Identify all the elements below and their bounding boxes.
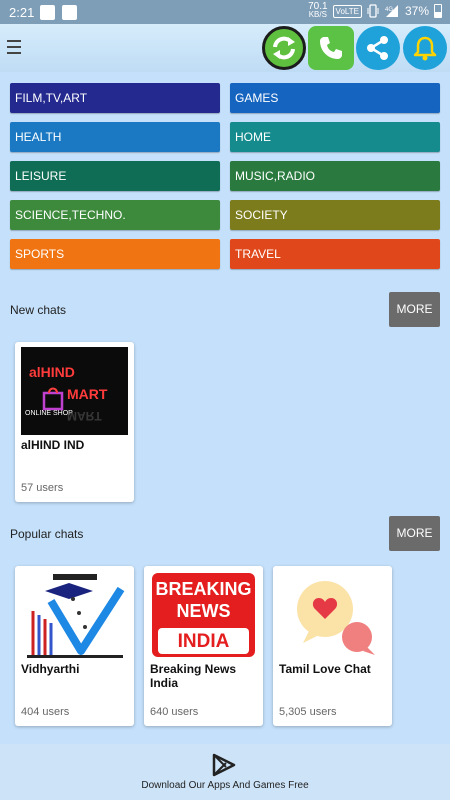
chat-thumbnail (279, 571, 386, 659)
reflection: MART (67, 409, 102, 423)
thumb-subtitle: MART (67, 386, 108, 402)
chat-thumbnail: alHIND MART ONLINE SHOP MART (21, 347, 128, 435)
hamburger-icon[interactable] (7, 40, 21, 54)
battery-icon (434, 4, 442, 18)
popular-chats-title: Popular chats (10, 527, 84, 541)
chat-name: Vidhyarthi (21, 662, 80, 676)
share-icon (367, 36, 388, 60)
footer-text: Download Our Apps And Games Free (141, 780, 309, 791)
thumb-title: alHIND (29, 364, 75, 380)
love-chat-icon (297, 581, 375, 655)
category-society[interactable]: SOCIETY (230, 200, 440, 230)
category-travel[interactable]: TRAVEL (230, 239, 440, 269)
category-music-radio[interactable]: MUSIC,RADIO (230, 161, 440, 191)
volte-icon: VoLTE (332, 4, 362, 18)
chat-thumbnail: BREAKING NEWS INDIA (150, 571, 257, 659)
category-leisure[interactable]: LEISURE (10, 161, 220, 191)
category-home[interactable]: HOME (230, 122, 440, 152)
svg-text:4G: 4G (385, 7, 393, 13)
network-speed: 70.1 KB/S (308, 2, 327, 19)
education-logo-icon (27, 574, 125, 658)
popular-chats-more-button[interactable]: MORE (389, 516, 440, 551)
chat-thumbnail (21, 571, 128, 659)
thumb-line2: NEWS (176, 601, 231, 621)
speed-unit: KB/S (308, 10, 327, 19)
category-games[interactable]: GAMES (230, 83, 440, 113)
category-film-tv-art[interactable]: FILM,TV,ART (10, 83, 220, 113)
refresh-icon (273, 36, 295, 60)
signal-icon: 4G (385, 5, 398, 17)
phone-icon (320, 37, 342, 59)
thumb-line3: INDIA (177, 631, 230, 652)
chat-name: Breaking News India (150, 662, 237, 690)
footer-banner[interactable]: Download Our Apps And Games Free (0, 744, 450, 800)
category-science-techno[interactable]: SCIENCE,TECHNO. (10, 200, 220, 230)
new-chats-more-button[interactable]: MORE (389, 292, 440, 327)
status-time: 2:21 (9, 5, 35, 20)
chat-name: alHIND IND (21, 438, 85, 452)
chat-card-alhind[interactable]: alHIND MART ONLINE SHOP MART alHIND IND … (15, 342, 134, 502)
shopping-bag-icon (42, 387, 64, 411)
new-chats-title: New chats (10, 303, 67, 317)
news-banner: BREAKING NEWS INDIA (152, 573, 255, 657)
top-bar (0, 24, 450, 72)
play-store-icon (212, 753, 236, 777)
refresh-button[interactable] (262, 26, 306, 70)
share-button[interactable] (356, 26, 400, 70)
notification-button[interactable] (403, 26, 447, 70)
chat-card-breaking-news[interactable]: BREAKING NEWS INDIA Breaking News India … (144, 566, 263, 726)
phone-button[interactable] (308, 26, 354, 70)
bell-icon (413, 36, 437, 61)
status-right: 70.1 KB/S VoLTE 4G 37% (308, 2, 442, 19)
chat-users: 640 users (150, 706, 199, 718)
chat-users: 404 users (21, 706, 70, 718)
chat-name: Tamil Love Chat (279, 662, 371, 676)
vibrate-icon (367, 4, 379, 18)
notification-icon (62, 5, 77, 20)
thumb-tag: ONLINE SHOP (25, 410, 73, 417)
battery-percent: 37% (404, 4, 429, 18)
notification-icon (40, 5, 55, 20)
chat-users: 5,305 users (279, 706, 337, 718)
category-sports[interactable]: SPORTS (10, 239, 220, 269)
category-health[interactable]: HEALTH (10, 122, 220, 152)
chat-card-tamil-love[interactable]: Tamil Love Chat 5,305 users (273, 566, 392, 726)
thumb-line1: BREAKING (155, 579, 252, 599)
chat-card-vidhyarthi[interactable]: Vidhyarthi 404 users (15, 566, 134, 726)
chat-users: 57 users (21, 482, 64, 494)
status-bar: 2:21 70.1 KB/S VoLTE 4G 37% (0, 0, 450, 24)
